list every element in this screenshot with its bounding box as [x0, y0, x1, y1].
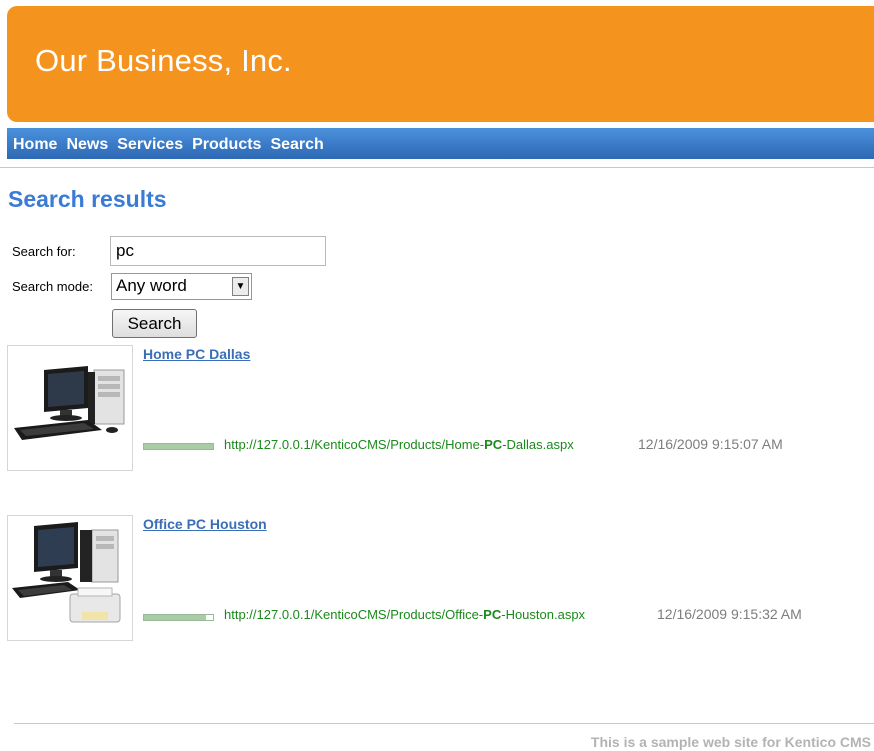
relevance-bar	[143, 614, 214, 621]
nav-item-services[interactable]: Services	[117, 136, 183, 154]
search-button[interactable]: Search	[112, 309, 197, 338]
page-title: Search results	[8, 186, 167, 212]
result-thumbnail[interactable]	[7, 345, 133, 471]
search-input[interactable]	[110, 236, 326, 266]
search-mode-select[interactable]: Any word ▼	[111, 273, 252, 300]
divider	[0, 167, 874, 168]
desktop-pc-icon	[14, 366, 125, 440]
relevance-bar	[143, 443, 214, 450]
dropdown-arrow-icon[interactable]: ▼	[232, 277, 249, 296]
nav-item-search[interactable]: Search	[270, 136, 323, 154]
divider	[14, 723, 874, 724]
url-text: http://127.0.0.1/KenticoCMS/Products/Hom…	[224, 437, 485, 452]
result-date: 12/16/2009 9:15:32 AM	[657, 606, 802, 622]
relevance-fill	[144, 444, 213, 449]
search-mode-label: Search mode:	[12, 279, 93, 294]
result-url[interactable]: http://127.0.0.1/KenticoCMS/Products/Hom…	[224, 437, 574, 452]
nav-item-products[interactable]: Products	[192, 136, 261, 154]
nav-item-news[interactable]: News	[66, 136, 108, 154]
relevance-fill	[144, 615, 207, 620]
url-text: -Houston.aspx	[501, 607, 586, 622]
desktop-pc-with-printer-icon	[12, 522, 121, 623]
site-header: Our Business, Inc.	[7, 6, 874, 122]
result-title-link[interactable]: Office PC Houston	[143, 516, 267, 532]
search-for-label: Search for:	[12, 244, 76, 259]
site-title: Our Business, Inc.	[35, 43, 292, 78]
main-navigation: Home News Services Products Search	[7, 128, 874, 159]
url-text: -Dallas.aspx	[502, 437, 574, 452]
result-title-link[interactable]: Home PC Dallas	[143, 346, 250, 362]
url-highlight: PC	[484, 437, 503, 452]
result-date: 12/16/2009 9:15:07 AM	[638, 436, 783, 452]
result-thumbnail[interactable]	[7, 515, 133, 641]
search-mode-value: Any word	[116, 276, 187, 295]
url-highlight: PC	[483, 607, 502, 622]
result-url[interactable]: http://127.0.0.1/KenticoCMS/Products/Off…	[224, 607, 585, 622]
nav-item-home[interactable]: Home	[13, 136, 57, 154]
footer-text: This is a sample web site for Kentico CM…	[590, 734, 871, 750]
url-text: http://127.0.0.1/KenticoCMS/Products/Off…	[224, 607, 484, 622]
